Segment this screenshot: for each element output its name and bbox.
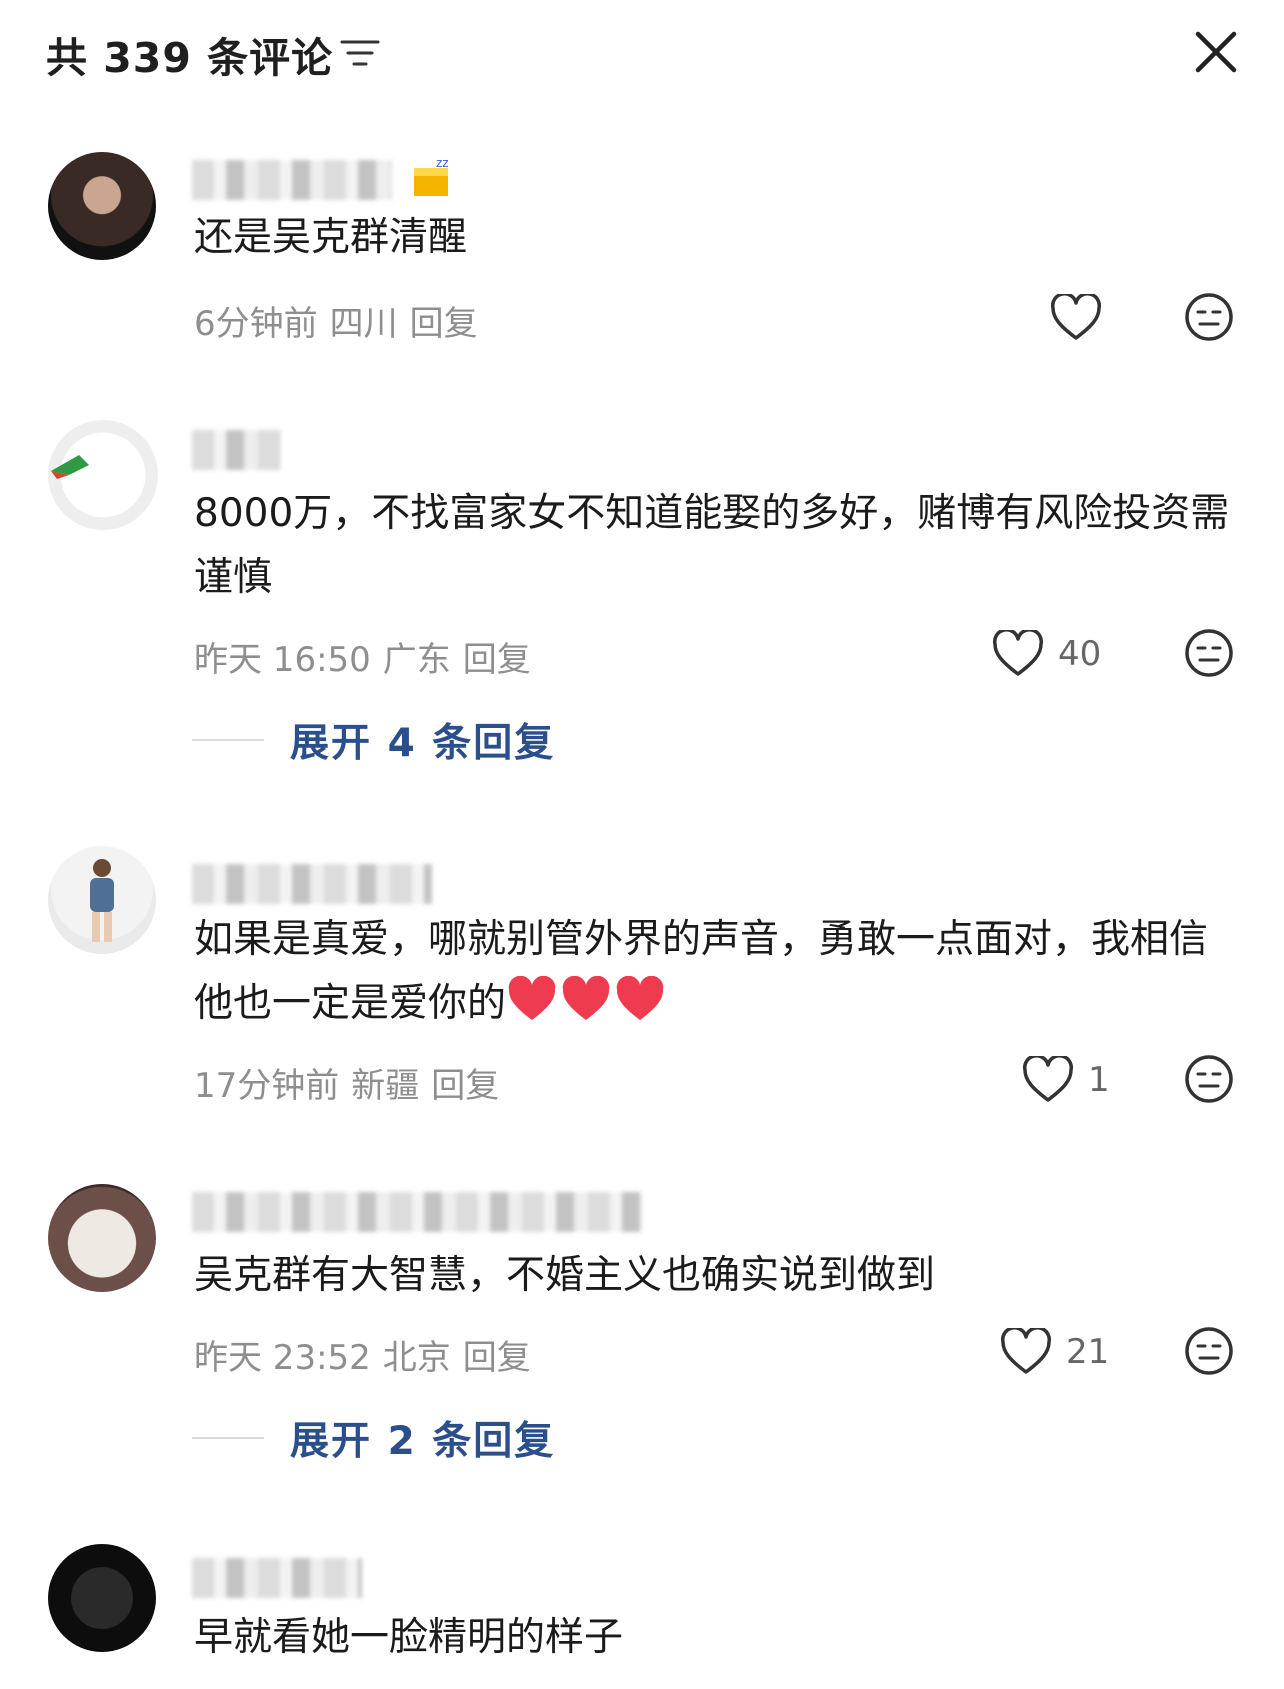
sleeping-badge-icon: zz: [414, 156, 449, 196]
comment-time: 6分钟前: [194, 304, 318, 344]
person-image: [90, 859, 114, 942]
reply-button[interactable]: 回复: [431, 1066, 499, 1106]
like-button[interactable]: 21: [1000, 1322, 1109, 1382]
comment-count-title: 共 339 条评论: [46, 34, 334, 82]
username-blurred[interactable]: [192, 160, 392, 200]
avatar[interactable]: [48, 1544, 156, 1652]
heart-outline-icon: [1000, 1328, 1052, 1374]
username-blurred[interactable]: [192, 864, 432, 904]
heart-outline-icon: [992, 630, 1044, 676]
comment-location: 四川: [329, 304, 398, 344]
expand-replies-label: 展开 2 条回复: [290, 1419, 556, 1464]
comment-location: 新疆: [351, 1066, 420, 1106]
sort-lines-icon[interactable]: [340, 36, 380, 70]
comment-meta: 昨天 16:50 广东 回复: [194, 632, 543, 681]
avatar[interactable]: [48, 846, 156, 954]
neutral-face-icon[interactable]: [1184, 1326, 1234, 1376]
heart-outline-icon: [1022, 1056, 1074, 1102]
comment-location: 北京: [382, 1338, 451, 1378]
neutral-face-icon[interactable]: [1184, 1054, 1234, 1104]
comment-time: 昨天 16:50: [194, 640, 371, 680]
like-count: 40: [1058, 634, 1102, 674]
like-button[interactable]: 1: [1022, 1050, 1110, 1110]
red-heart-emoji: [616, 976, 664, 1020]
comment-body: 如果是真爱，哪就别管外界的声音，勇敢一点面对，我相信他也一定是爱你的: [194, 917, 1209, 1026]
comment-text: 还是吴克群清醒: [194, 215, 468, 260]
comment-time: 17分钟前: [194, 1066, 340, 1106]
divider-line: [192, 739, 264, 741]
comment-location: 广东: [382, 640, 451, 680]
username-blurred[interactable]: [192, 1192, 642, 1232]
heart-emojis: [506, 972, 668, 1036]
like-button[interactable]: [1050, 288, 1102, 348]
heart-outline-icon: [1050, 294, 1102, 340]
comment-time: 昨天 23:52: [194, 1338, 371, 1378]
close-icon[interactable]: [1194, 30, 1238, 74]
username-blurred[interactable]: [192, 430, 282, 470]
avatar[interactable]: [48, 1184, 156, 1292]
comment-text: 吴克群有大智慧，不婚主义也确实说到做到: [194, 1253, 936, 1298]
neutral-face-icon[interactable]: [1184, 628, 1234, 678]
neutral-face-icon[interactable]: [1184, 292, 1234, 342]
comments-header: 共 339 条评论: [0, 0, 1284, 108]
expand-replies-label: 展开 4 条回复: [290, 721, 556, 766]
expand-replies-button[interactable]: 展开 2 条回复: [192, 1410, 555, 1466]
avatar[interactable]: [48, 152, 156, 260]
like-button[interactable]: 40: [992, 624, 1101, 684]
comment-text: 如果是真爱，哪就别管外界的声音，勇敢一点面对，我相信他也一定是爱你的: [194, 908, 1244, 1036]
username-blurred[interactable]: [192, 1558, 362, 1598]
shoe-image: [51, 455, 89, 479]
comment-meta: 6分钟前 四川 回复: [194, 296, 490, 345]
reply-button[interactable]: 回复: [463, 1338, 531, 1378]
red-heart-emoji: [562, 976, 610, 1020]
reply-button[interactable]: 回复: [410, 304, 478, 344]
comment-text: 早就看她一脸精明的样子: [194, 1615, 624, 1660]
comment-text: 8000万，不找富家女不知道能娶的多好，赌博有风险投资需谨慎: [194, 491, 1230, 600]
comment-meta: 17分钟前 新疆 回复: [194, 1058, 511, 1107]
avatar[interactable]: [48, 420, 158, 530]
like-count: 1: [1088, 1060, 1110, 1100]
divider-line: [192, 1437, 264, 1439]
like-count: 21: [1066, 1332, 1110, 1372]
expand-replies-button[interactable]: 展开 4 条回复: [192, 712, 555, 768]
reply-button[interactable]: 回复: [463, 640, 531, 680]
svg-text:zz: zz: [436, 156, 449, 170]
red-heart-emoji: [508, 976, 556, 1020]
comment-meta: 昨天 23:52 北京 回复: [194, 1330, 543, 1379]
